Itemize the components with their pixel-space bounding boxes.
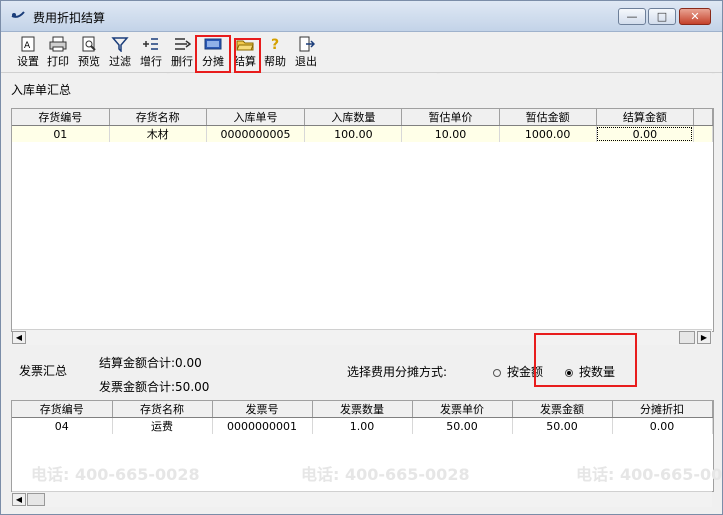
- column-header[interactable]: 入库数量: [304, 109, 403, 126]
- invoice-header-row: 存货编号 存货名称 发票号 发票数量 发票单价 发票金额 分摊折扣: [12, 401, 713, 418]
- column-header[interactable]: 存货名称: [112, 401, 213, 418]
- print-button[interactable]: 打印: [43, 34, 73, 70]
- table-row[interactable]: 01 木材 0000000005 100.00 10.00 1000.00 0.…: [12, 125, 713, 142]
- delete-row-icon: [175, 38, 191, 50]
- toolbar-label: 预览: [78, 55, 100, 68]
- column-header[interactable]: 存货名称: [109, 109, 207, 126]
- column-header[interactable]: 发票数量: [312, 401, 413, 418]
- receipt-table: 存货编号 存货名称 入库单号 入库数量 暂估单价 暂估金额 结算金额 01 木材…: [12, 109, 713, 142]
- minimize-button[interactable]: —: [618, 8, 646, 25]
- table-cell[interactable]: 0000000005: [206, 125, 306, 142]
- receipt-header-row: 存货编号 存货名称 入库单号 入库数量 暂估单价 暂估金额 结算金额: [12, 109, 713, 126]
- delete-row-button[interactable]: 删行: [167, 34, 197, 70]
- window-title: 费用折扣结算: [33, 11, 106, 25]
- app-icon: [11, 11, 25, 18]
- column-header[interactable]: 发票号: [212, 401, 313, 418]
- invoice-summary-label: 发票汇总: [19, 364, 68, 378]
- column-header[interactable]: 存货编号: [12, 401, 113, 418]
- help-button[interactable]: ? 帮助: [260, 34, 290, 70]
- scroll-left-arrow[interactable]: ◀: [12, 331, 26, 344]
- allocation-highlight-box: [534, 333, 637, 387]
- scroll-right-arrow[interactable]: ▶: [697, 331, 711, 344]
- column-header[interactable]: 暂估金额: [499, 109, 597, 126]
- settle-highlight-box: [234, 38, 261, 73]
- toolbar-label: 打印: [47, 55, 69, 68]
- maximize-icon: □: [656, 10, 668, 23]
- invoice-grid: 存货编号 存货名称 发票号 发票数量 发票单价 发票金额 分摊折扣 04 运费 …: [11, 400, 714, 492]
- filter-button[interactable]: 过滤: [105, 34, 135, 70]
- table-cell[interactable]: 100.00: [304, 125, 403, 142]
- toolbar-label: 删行: [171, 55, 193, 68]
- column-header[interactable]: 暂估单价: [401, 109, 500, 126]
- table-cell[interactable]: 04: [12, 417, 113, 434]
- column-header[interactable]: 分摊折扣: [612, 401, 713, 418]
- table-row[interactable]: 04 运费 0000000001 1.00 50.00 50.00 0.00: [12, 417, 713, 434]
- svg-text:A: A: [24, 41, 31, 51]
- allocate-highlight-box: [195, 35, 231, 73]
- toolbar-label: 帮助: [264, 55, 286, 68]
- table-cell[interactable]: 50.00: [412, 417, 513, 434]
- column-header[interactable]: 结算金额: [596, 109, 694, 126]
- exit-button[interactable]: 退出: [291, 34, 321, 70]
- invoice-horizontal-scrollbar[interactable]: ◀: [12, 491, 712, 507]
- allocation-method-label: 选择费用分摊方式:: [347, 365, 448, 379]
- add-row-icon: [143, 38, 158, 50]
- column-header[interactable]: 发票金额: [512, 401, 613, 418]
- settings-icon: A: [21, 36, 35, 52]
- preview-icon: [82, 36, 96, 52]
- invoice-total-label: 发票金额合计:50.00: [99, 380, 210, 394]
- table-cell[interactable]: 木材: [109, 125, 207, 142]
- table-cell[interactable]: 0000000001: [212, 417, 313, 434]
- receipt-grid: 存货编号 存货名称 入库单号 入库数量 暂估单价 暂估金额 结算金额 01 木材…: [11, 108, 714, 332]
- table-cell[interactable]: 1000.00: [499, 125, 597, 142]
- settlement-window: 电话: 400-665-0028 电话: 400-665-0028 电话: 40…: [0, 0, 723, 515]
- toolbar-label: 增行: [140, 55, 162, 68]
- close-button[interactable]: ✕: [679, 8, 711, 25]
- scroll-thumb[interactable]: [679, 331, 695, 344]
- add-row-button[interactable]: 增行: [136, 34, 166, 70]
- invoice-table: 存货编号 存货名称 发票号 发票数量 发票单价 发票金额 分摊折扣 04 运费 …: [12, 401, 713, 434]
- column-header[interactable]: 存货编号: [12, 109, 110, 126]
- toolbar-label: 过滤: [109, 55, 131, 68]
- settings-button[interactable]: A 设置: [13, 34, 43, 70]
- help-icon: ?: [271, 37, 279, 52]
- toolbar: A 设置 打印 预览 过滤 增行 删行 分摊 结算 ? 帮助 退出: [1, 32, 722, 73]
- radio-unchecked-icon: [493, 368, 501, 377]
- maximize-button[interactable]: □: [648, 8, 676, 25]
- filter-icon: [111, 37, 129, 52]
- minimize-icon: —: [626, 10, 638, 23]
- title-bar: 费用折扣结算 — □ ✕: [1, 1, 722, 32]
- table-cell[interactable]: 01: [12, 125, 110, 142]
- svg-text:?: ?: [271, 37, 279, 52]
- table-cell[interactable]: 1.00: [312, 417, 413, 434]
- close-icon: ✕: [690, 10, 700, 23]
- preview-button[interactable]: 预览: [74, 34, 104, 70]
- table-cell: [693, 125, 713, 142]
- column-header[interactable]: 发票单价: [412, 401, 513, 418]
- toolbar-label: 退出: [295, 55, 317, 68]
- column-header[interactable]: 入库单号: [206, 109, 306, 126]
- exit-icon: [299, 36, 315, 52]
- scroll-thumb[interactable]: [27, 493, 45, 506]
- column-header-overflow: [693, 109, 713, 126]
- scroll-left-arrow[interactable]: ◀: [12, 493, 26, 506]
- table-cell[interactable]: 0.00: [612, 417, 713, 434]
- toolbar-label: 设置: [17, 55, 39, 68]
- table-cell[interactable]: 运费: [112, 417, 213, 434]
- table-cell[interactable]: 10.00: [401, 125, 500, 142]
- receipt-summary-label: 入库单汇总: [11, 83, 72, 97]
- table-cell-editing[interactable]: 0.00: [596, 125, 694, 142]
- printer-icon: [49, 36, 67, 52]
- table-cell[interactable]: 50.00: [512, 417, 613, 434]
- settle-total-label: 结算金额合计:0.00: [99, 356, 202, 370]
